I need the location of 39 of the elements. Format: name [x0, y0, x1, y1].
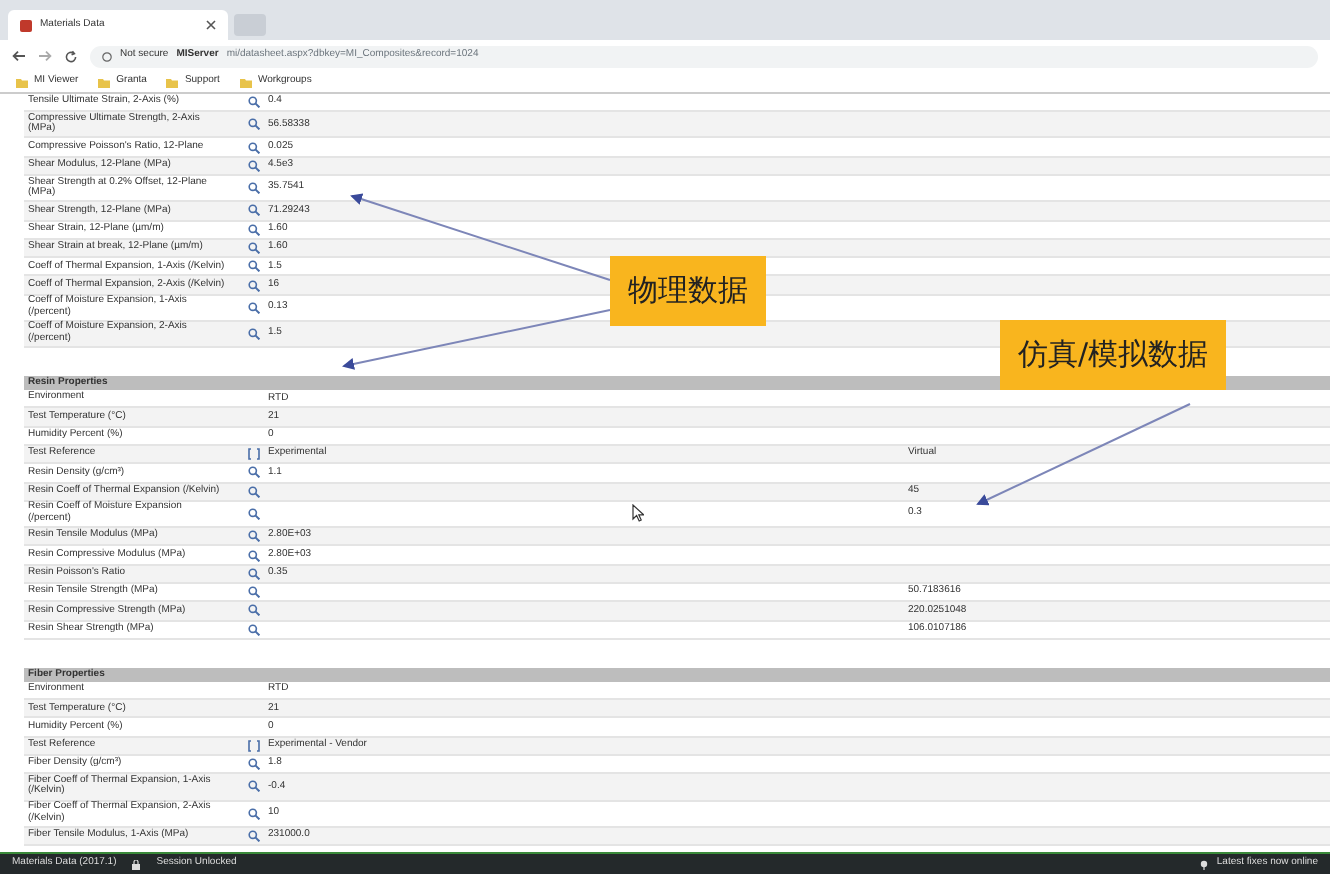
callout-label: 物理数据 — [610, 256, 766, 325]
search-icon[interactable] — [248, 301, 260, 314]
search-icon[interactable] — [248, 758, 260, 771]
back-icon[interactable] — [12, 50, 26, 62]
folder-icon — [166, 77, 179, 87]
folder-icon — [239, 77, 252, 87]
search-icon[interactable] — [248, 204, 260, 217]
bracket-icon[interactable] — [248, 448, 260, 461]
lock-icon — [132, 859, 141, 869]
search-icon[interactable] — [248, 328, 260, 341]
search-icon[interactable] — [248, 586, 260, 599]
reload-icon[interactable] — [64, 49, 78, 63]
search-icon[interactable] — [248, 466, 260, 479]
search-icon[interactable] — [248, 223, 260, 236]
search-icon[interactable] — [248, 485, 260, 498]
search-icon[interactable] — [248, 807, 260, 820]
search-icon[interactable] — [248, 549, 260, 562]
search-icon[interactable] — [248, 780, 260, 793]
search-icon[interactable] — [248, 96, 260, 109]
search-icon[interactable] — [248, 567, 260, 580]
site-icon — [20, 19, 32, 31]
search-icon[interactable] — [248, 530, 260, 543]
search-icon[interactable] — [248, 829, 260, 842]
bracket-icon[interactable] — [248, 739, 260, 752]
folder-icon — [16, 77, 28, 87]
search-icon[interactable] — [248, 159, 260, 172]
search-icon[interactable] — [248, 604, 260, 617]
search-icon[interactable] — [248, 623, 260, 636]
callout-label: 仿真/模拟数据 — [1000, 320, 1227, 389]
search-icon[interactable] — [248, 182, 260, 195]
search-icon[interactable] — [248, 118, 260, 131]
folder-icon — [98, 77, 111, 87]
search-icon[interactable] — [248, 279, 260, 292]
search-icon[interactable] — [248, 141, 260, 154]
pin-icon — [1200, 859, 1209, 869]
search-icon[interactable] — [248, 508, 260, 520]
search-icon[interactable] — [248, 260, 260, 273]
search-icon[interactable] — [248, 242, 260, 254]
close-icon[interactable] — [206, 20, 216, 30]
